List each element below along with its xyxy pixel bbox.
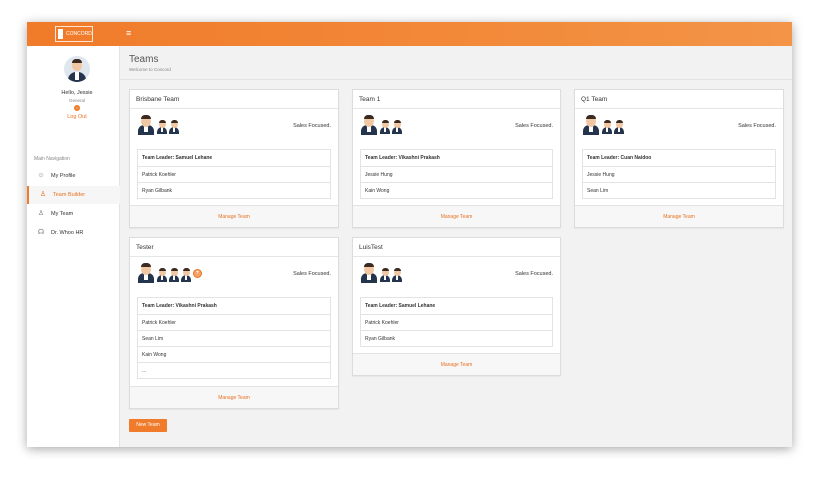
page-header: Teams Welcome to Concord	[120, 46, 792, 80]
greeting: Hello, Jessie	[61, 90, 93, 96]
team-icon: ♙	[37, 210, 45, 217]
list-item: Ryan Gilbank	[361, 330, 552, 346]
team-card: Tester + Sales Focused. Team Leader: Vik…	[129, 237, 339, 409]
team-leader: Team Leader: Vikashni Prakash	[365, 155, 440, 161]
manage-team-button[interactable]: Manage Team	[353, 353, 560, 375]
sidebar-item-label: My Profile	[51, 173, 76, 179]
team-leader: Team Leader: Cuan Naidoo	[587, 155, 652, 161]
brand-name: CONCORD	[66, 31, 92, 37]
team-card: Brisbane Team Sales Focused. Team Leader…	[129, 89, 339, 228]
list-item: Jessie Hung	[361, 166, 552, 182]
sidebar-item-hr[interactable]: ☊ Dr. Whoo HR	[27, 224, 120, 242]
user-icon: ☺	[37, 172, 45, 179]
sidebar: Hello, Jessie General • Log Out Main Nav…	[27, 46, 120, 447]
role-badge-icon: •	[74, 105, 80, 111]
list-item: Kain Wong	[138, 346, 330, 362]
top-bar: CONCORD ≡	[27, 22, 792, 46]
team-leader: Team Leader: Samuel Lehane	[142, 155, 213, 161]
manage-team-button[interactable]: Manage Team	[130, 205, 338, 227]
logo-mark-icon	[58, 29, 63, 39]
member-list: Team Leader: Samuel Lehane Patrick Koehl…	[137, 149, 331, 199]
headset-icon: ☊	[37, 229, 45, 236]
team-focus: Sales Focused.	[293, 271, 331, 277]
sidebar-item-label: Dr. Whoo HR	[51, 230, 84, 236]
team-name: Team 1	[359, 96, 381, 103]
list-item: Sean Lim	[138, 330, 330, 346]
team-name: Q1 Team	[581, 96, 608, 103]
member-list: Team Leader: Cuan Naidoo Jessie Hung Sea…	[582, 149, 776, 199]
team-focus: Sales Focused.	[738, 123, 776, 129]
manage-team-button[interactable]: Manage Team	[130, 386, 338, 408]
manage-team-button[interactable]: Manage Team	[353, 205, 560, 227]
team-name: Tester	[136, 244, 154, 251]
list-item: Sean Lim	[583, 182, 775, 198]
member-list: Team Leader: Vikashni Prakash Jessie Hun…	[360, 149, 553, 199]
team-name: LuisTest	[359, 244, 383, 251]
avatar	[64, 56, 90, 82]
manage-team-button[interactable]: Manage Team	[575, 205, 783, 227]
sidebar-item-label: Team Builder	[53, 192, 86, 198]
sidebar-item-my-team[interactable]: ♙ My Team	[27, 205, 120, 223]
list-item: Patrick Koehler	[138, 166, 330, 182]
sidebar-item-my-profile[interactable]: ☺ My Profile	[27, 167, 120, 185]
new-team-button[interactable]: New Team	[129, 419, 167, 432]
list-item: Patrick Koehler	[138, 314, 330, 330]
list-item: Patrick Koehler	[361, 314, 552, 330]
list-item: Jessie Hung	[583, 166, 775, 182]
add-member-icon[interactable]: +	[193, 269, 202, 278]
team-leader: Team Leader: Samuel Lehane	[365, 303, 436, 309]
brand-logo[interactable]: CONCORD	[55, 26, 93, 42]
page-subtitle: Welcome to Concord	[129, 67, 171, 72]
team-leader: Team Leader: Vikashni Prakash	[142, 303, 217, 309]
nav-heading: Main Navigation	[34, 156, 70, 162]
hamburger-icon[interactable]: ≡	[126, 28, 131, 38]
team-card: Q1 Team Sales Focused. Team Leader: Cuan…	[574, 89, 784, 228]
page-title: Teams	[129, 54, 159, 65]
sidebar-item-label: My Team	[51, 211, 74, 217]
team-focus: Sales Focused.	[515, 123, 553, 129]
team-builder-icon: ♙	[39, 191, 47, 198]
team-card: LuisTest Sales Focused. Team Leader: Sam…	[352, 237, 561, 376]
list-item: Ryan Gilbank	[138, 182, 330, 198]
team-focus: Sales Focused.	[515, 271, 553, 277]
logout-link[interactable]: Log Out	[27, 114, 127, 120]
member-list: Team Leader: Vikashni Prakash Patrick Ko…	[137, 297, 331, 379]
member-list: Team Leader: Samuel Lehane Patrick Koehl…	[360, 297, 553, 347]
sidebar-item-team-builder[interactable]: ♙ Team Builder	[27, 186, 120, 204]
team-card: Team 1 Sales Focused. Team Leader: Vikas…	[352, 89, 561, 228]
list-item: ...	[138, 362, 330, 378]
team-name: Brisbane Team	[136, 96, 180, 103]
list-item: Kain Wong	[361, 182, 552, 198]
team-focus: Sales Focused.	[293, 123, 331, 129]
user-role: General	[68, 98, 85, 103]
app-window: CONCORD ≡ Hello, Jessie General • Log Ou…	[27, 22, 792, 447]
